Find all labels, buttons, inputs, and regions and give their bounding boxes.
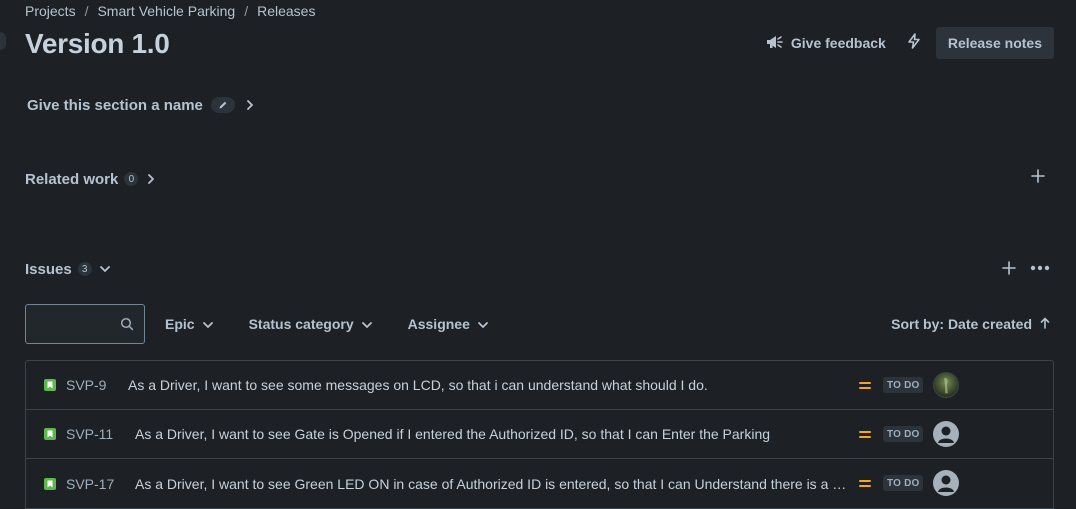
issue-row[interactable]: SVP-11 As a Driver, I want to see Gate i…	[26, 410, 1053, 459]
give-feedback-button[interactable]: Give feedback	[755, 27, 896, 59]
issues-actions	[1002, 258, 1050, 278]
status-lozenge[interactable]: TO DO	[883, 426, 924, 442]
breadcrumb-projects[interactable]: Projects	[25, 3, 76, 19]
priority-medium-icon	[859, 381, 871, 389]
epic-filter[interactable]: Epic	[155, 308, 223, 340]
chevron-down-icon	[361, 316, 372, 332]
issue-row[interactable]: SVP-9 As a Driver, I want to see some me…	[26, 361, 1053, 410]
priority-medium-icon	[859, 479, 871, 487]
more-actions-button[interactable]	[1030, 265, 1050, 271]
status-lozenge[interactable]: TO DO	[883, 377, 924, 393]
breadcrumb-project[interactable]: Smart Vehicle Parking	[97, 3, 235, 19]
issues-heading[interactable]: Issues 3	[25, 258, 112, 280]
add-issue-button[interactable]	[1002, 261, 1016, 275]
issue-key[interactable]: SVP-11	[66, 426, 135, 442]
issue-summary[interactable]: As a Driver, I want to see some messages…	[128, 377, 828, 393]
issue-meta: TO DO	[859, 361, 960, 409]
release-notes-button[interactable]: Release notes	[935, 27, 1054, 59]
section-name-label: Give this section a name	[27, 96, 203, 114]
sidebar-collapse-handle[interactable]	[0, 32, 6, 50]
breadcrumb-releases[interactable]: Releases	[257, 3, 315, 19]
issue-meta: TO DO	[859, 459, 960, 507]
chevron-right-icon[interactable]	[243, 98, 257, 112]
story-icon	[44, 379, 56, 391]
sort-button[interactable]: Sort by: Date created	[891, 308, 1054, 340]
more-icon	[1030, 265, 1050, 271]
issue-summary[interactable]: As a Driver, I want to see Green LED ON …	[135, 476, 851, 492]
header-actions: Give feedback Release notes	[755, 27, 1054, 59]
assignee-filter-label: Assignee	[407, 316, 470, 332]
chevron-down-icon	[202, 316, 213, 332]
breadcrumb-separator: /	[244, 3, 249, 19]
related-work-count: 0	[124, 172, 139, 186]
pencil-icon[interactable]	[210, 97, 235, 113]
give-feedback-label: Give feedback	[790, 35, 886, 51]
automation-button[interactable]	[898, 27, 930, 59]
issue-row[interactable]: SVP-17 As a Driver, I want to see Green …	[26, 459, 1053, 508]
story-icon	[44, 428, 56, 440]
breadcrumb-separator: /	[84, 3, 89, 19]
chevron-down-icon	[477, 316, 488, 332]
filter-bar: Epic Status category Assignee Sort by: D…	[25, 304, 1054, 344]
arrow-up-icon	[1040, 316, 1050, 332]
plus-icon	[1031, 168, 1045, 188]
assignee-filter[interactable]: Assignee	[398, 308, 498, 340]
breadcrumb: Projects / Smart Vehicle Parking / Relea…	[25, 2, 315, 20]
status-category-filter[interactable]: Status category	[239, 308, 382, 340]
status-lozenge[interactable]: TO DO	[883, 475, 924, 491]
chevron-down-icon[interactable]	[98, 262, 112, 276]
search-icon	[120, 317, 134, 336]
section-name-heading[interactable]: Give this section a name	[27, 94, 257, 116]
lightning-bolt-icon	[907, 32, 921, 54]
default-avatar-icon[interactable]	[933, 421, 960, 447]
issue-meta: TO DO	[859, 410, 960, 458]
issue-summary[interactable]: As a Driver, I want to see Gate is Opene…	[135, 426, 828, 442]
story-icon	[44, 477, 56, 490]
sort-label: Sort by: Date created	[891, 316, 1032, 332]
search-field[interactable]	[25, 304, 145, 344]
chevron-right-icon[interactable]	[144, 172, 158, 186]
related-work-label: Related work	[25, 170, 119, 188]
issue-key[interactable]: SVP-9	[66, 377, 128, 393]
issue-list: SVP-9 As a Driver, I want to see some me…	[25, 360, 1054, 509]
priority-medium-icon	[859, 430, 871, 438]
add-related-work-button[interactable]	[1028, 168, 1048, 188]
assignee-avatar[interactable]	[933, 372, 960, 398]
plus-icon	[1002, 261, 1016, 275]
issues-count: 3	[77, 262, 92, 276]
default-avatar-icon[interactable]	[933, 470, 960, 496]
issue-key[interactable]: SVP-17	[66, 476, 135, 492]
megaphone-icon	[765, 34, 785, 53]
status-category-filter-label: Status category	[248, 316, 354, 332]
epic-filter-label: Epic	[165, 316, 195, 332]
page-title: Version 1.0	[25, 28, 170, 59]
related-work-heading[interactable]: Related work 0	[25, 168, 158, 190]
issues-label: Issues	[25, 260, 72, 278]
